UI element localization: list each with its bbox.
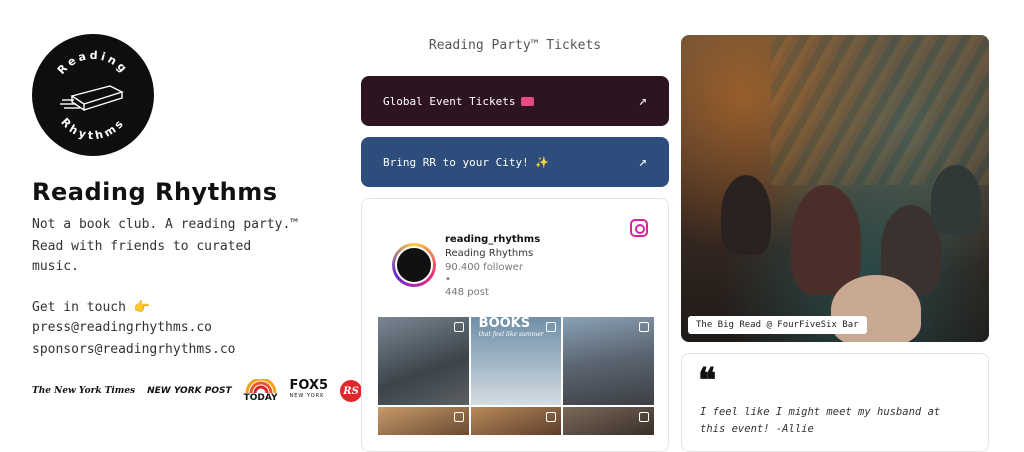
svg-text:Rhythms: Rhythms bbox=[58, 115, 127, 142]
testimonial-text: I feel like I might meet my husband at t… bbox=[700, 406, 941, 435]
carousel-icon bbox=[546, 322, 557, 332]
instagram-post[interactable] bbox=[470, 407, 562, 435]
logo-bottom-text: Rhythms bbox=[58, 115, 124, 142]
instagram-icon[interactable] bbox=[630, 219, 648, 237]
mural-art bbox=[771, 35, 989, 185]
photo-caption: The Big Read @ FourFiveSix Bar bbox=[688, 316, 867, 334]
testimonial-card: ❝ I feel like I might meet my husband at… bbox=[681, 353, 989, 452]
fox5-sub: NEW YORK bbox=[289, 393, 325, 399]
logo-emblem: Reading Rhythms bbox=[55, 49, 131, 142]
instagram-separator: • bbox=[445, 274, 451, 285]
post-subtext: that feel like summer bbox=[478, 331, 544, 338]
instagram-handle[interactable]: reading_rhythms bbox=[445, 233, 540, 246]
global-event-tickets-button[interactable]: Global Event Tickets ↗ bbox=[361, 76, 669, 126]
nypost-logo: NEW YORK POST bbox=[147, 386, 232, 396]
logo-top-text: Reading bbox=[55, 49, 128, 77]
today-label: TODAY bbox=[243, 393, 278, 403]
instagram-avatar[interactable] bbox=[392, 243, 436, 287]
brand-name: Reading Rhythms bbox=[32, 178, 278, 206]
reader-figure bbox=[721, 175, 771, 255]
contact-heading: Get in touch 👉 bbox=[32, 300, 150, 315]
svg-text:Reading: Reading bbox=[55, 49, 131, 77]
external-arrow-icon: ↗ bbox=[638, 154, 647, 170]
global-event-tickets-label: Global Event Tickets bbox=[383, 94, 516, 108]
quote-icon: ❝ bbox=[698, 361, 717, 401]
reader-figure bbox=[931, 165, 981, 235]
carousel-icon bbox=[546, 412, 557, 422]
fox5-logo: FOX5 NEW YORK bbox=[289, 378, 329, 401]
instagram-post-grid: BOOKS that feel like summer bbox=[378, 317, 654, 435]
instagram-post[interactable] bbox=[563, 317, 654, 405]
instagram-post[interactable] bbox=[378, 317, 469, 405]
ticket-icon bbox=[521, 96, 535, 106]
post-headline: BOOKS bbox=[478, 317, 531, 331]
instagram-name: Reading Rhythms bbox=[445, 248, 534, 259]
instagram-followers: 90.400 follower bbox=[445, 262, 523, 273]
description: Read with friends to curated music. bbox=[32, 239, 252, 274]
today-logo: TODAY bbox=[244, 379, 278, 403]
book-icon bbox=[60, 85, 124, 112]
bring-rr-label: Bring RR to your City! ✨ bbox=[383, 155, 550, 169]
nyt-logo: The New York Times bbox=[32, 386, 136, 396]
instagram-post[interactable] bbox=[563, 407, 654, 435]
tagline: Not a book club. A reading party.™ bbox=[32, 217, 299, 232]
event-photo: The Big Read @ FourFiveSix Bar bbox=[681, 35, 989, 342]
reel-icon bbox=[453, 412, 464, 422]
sponsors-email-link[interactable]: sponsors@readingrhythms.co bbox=[32, 340, 236, 360]
global-label-wrap: Global Event Tickets bbox=[383, 94, 535, 108]
tickets-heading: Reading Party™ Tickets bbox=[428, 38, 602, 53]
reel-icon bbox=[638, 322, 649, 332]
avatar-inner bbox=[395, 246, 433, 284]
instagram-embed[interactable]: reading_rhythms Reading Rhythms 90.400 f… bbox=[361, 198, 669, 452]
external-arrow-icon: ↗ bbox=[638, 93, 647, 109]
brand-logo[interactable]: Reading Rhythms bbox=[32, 34, 154, 156]
press-logos: The New York Times NEW YORK POST TODAY F… bbox=[32, 378, 363, 404]
reader-figure bbox=[791, 185, 861, 295]
today-rainbow-icon bbox=[245, 379, 277, 393]
press-email-link[interactable]: press@readingrhythms.co bbox=[32, 318, 212, 338]
bring-rr-to-city-button[interactable]: Bring RR to your City! ✨ ↗ bbox=[361, 137, 669, 187]
instagram-post[interactable] bbox=[378, 407, 469, 435]
fox5-main: FOX5 bbox=[289, 378, 329, 393]
reel-icon bbox=[638, 412, 649, 422]
instagram-posts: 448 post bbox=[445, 287, 489, 298]
instagram-post[interactable]: BOOKS that feel like summer bbox=[470, 317, 562, 405]
carousel-icon bbox=[453, 322, 464, 332]
rs-logo: RS bbox=[340, 380, 363, 402]
